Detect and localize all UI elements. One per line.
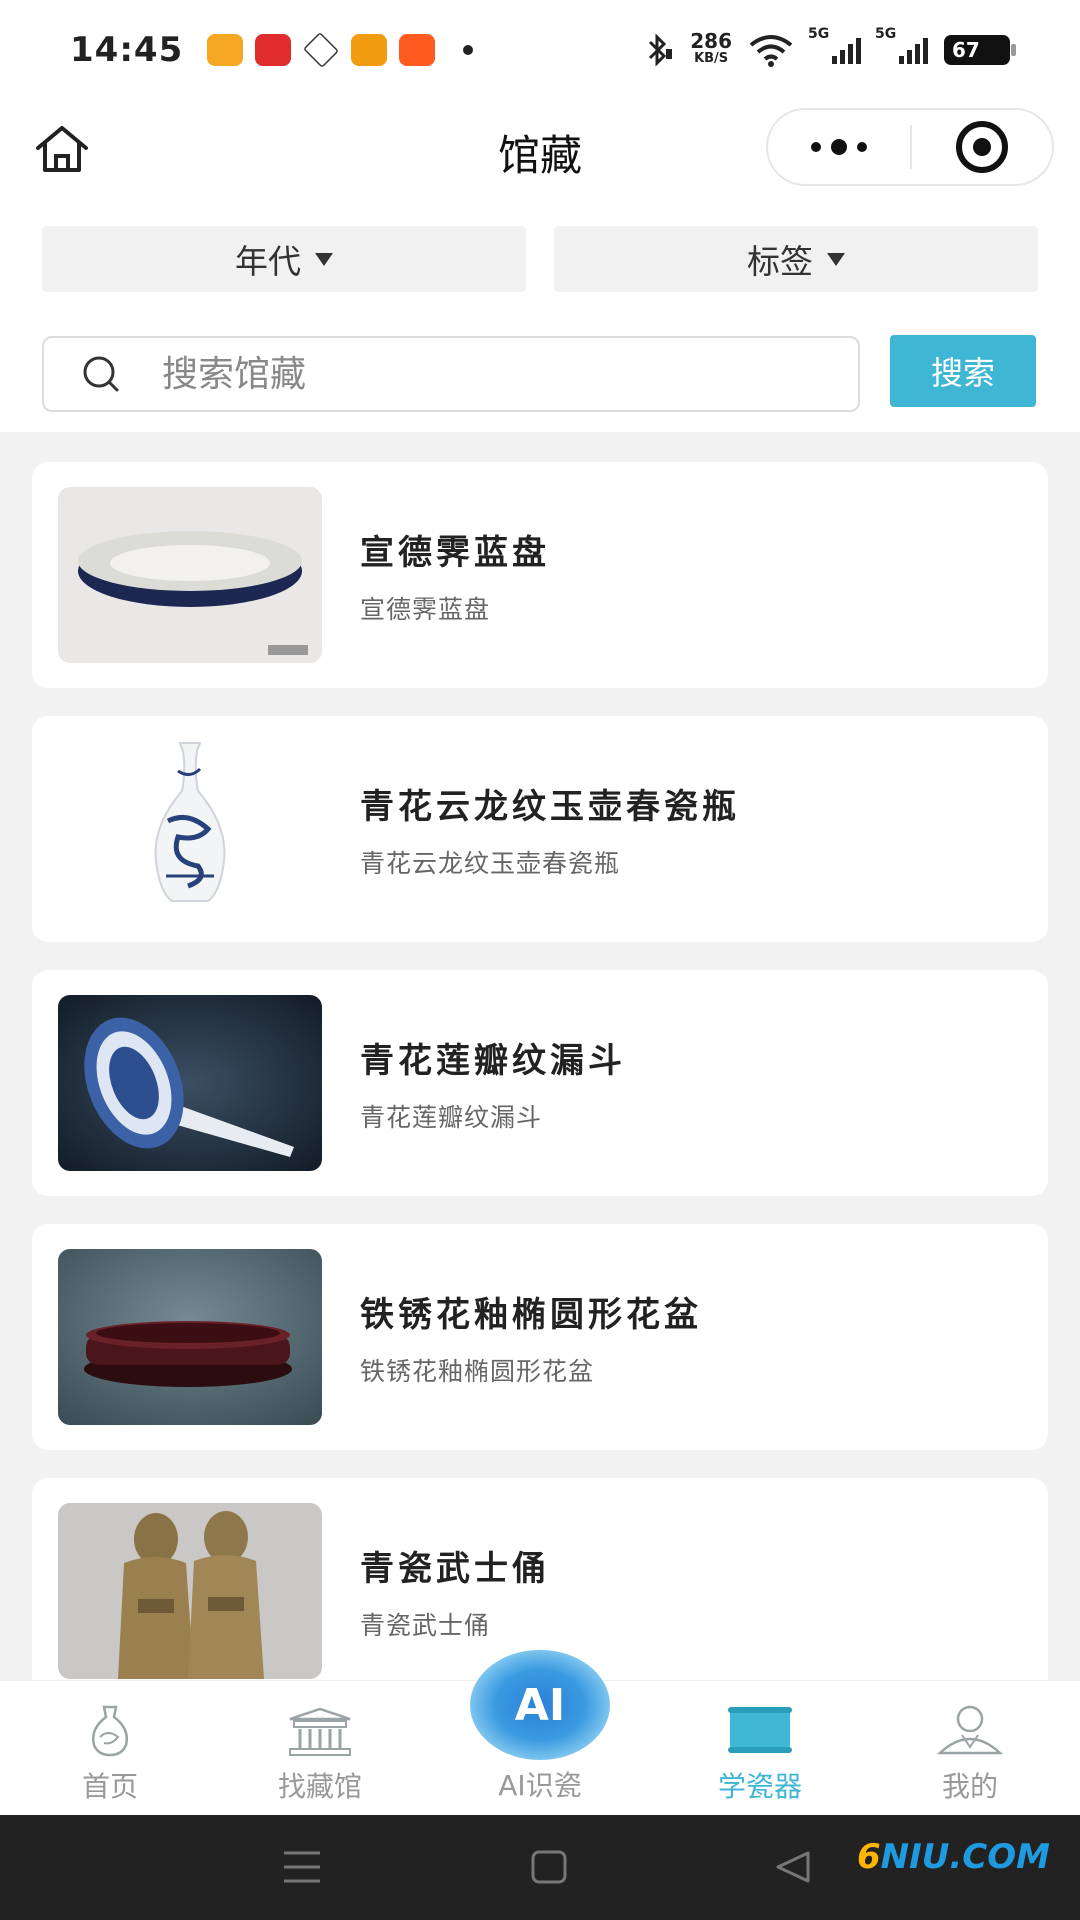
item-title: 青花莲瓣纹漏斗 <box>360 1040 626 1081</box>
watermark-text: NIU.COM <box>880 1837 1050 1877</box>
ai-identify-button[interactable]: AI <box>470 1650 610 1760</box>
app-notification-icon <box>399 34 436 66</box>
collection-list: 宣德霁蓝盘 宣德霁蓝盘 青花云龙纹玉壶春瓷瓶 青花云龙纹玉壶春瓷瓶 青花莲瓣纹漏… <box>32 462 1048 1732</box>
vase-image <box>58 741 322 917</box>
more-options-button[interactable] <box>768 110 910 184</box>
back-triangle-icon[interactable] <box>774 1849 812 1885</box>
warrior-figure-image <box>58 1503 322 1679</box>
tab-home[interactable]: 首页 <box>20 1681 200 1816</box>
item-title: 铁锈花釉椭圆形花盆 <box>360 1294 702 1335</box>
wifi-icon <box>749 35 793 67</box>
item-subtitle: 青花云龙纹玉壶春瓷瓶 <box>360 848 621 878</box>
flowerpot-image <box>58 1249 322 1425</box>
tag-filter-label: 标签 <box>747 242 813 281</box>
dot-icon <box>831 139 847 155</box>
tab-mine[interactable]: 我的 <box>880 1681 1060 1816</box>
item-text: 青花云龙纹玉壶春瓷瓶 青花云龙纹玉壶春瓷瓶 <box>360 779 740 880</box>
system-navigation-bar: 6NIU.COM <box>0 1815 1080 1920</box>
dot-icon <box>811 142 821 152</box>
era-filter-label: 年代 <box>235 242 301 281</box>
collection-item[interactable]: 青花莲瓣纹漏斗 青花莲瓣纹漏斗 <box>32 970 1048 1196</box>
notification-icons <box>207 31 474 69</box>
collection-item[interactable]: 宣德霁蓝盘 宣德霁蓝盘 <box>32 462 1048 688</box>
status-time: 14:45 <box>70 30 184 70</box>
menu-icon[interactable] <box>282 1849 322 1885</box>
app-notification-icon <box>207 34 244 66</box>
signal-label: 5G <box>808 26 830 42</box>
search-input[interactable] <box>162 353 762 395</box>
vase-tab-icon <box>92 1705 128 1757</box>
nav-header: 馆藏 <box>0 100 1080 196</box>
caret-down-icon <box>827 252 845 266</box>
tab-learn-porcelain[interactable]: 学瓷器 <box>670 1681 850 1816</box>
plate-icon <box>58 487 322 663</box>
scroll-icon <box>728 1707 792 1753</box>
item-subtitle: 铁锈花釉椭圆形花盆 <box>360 1356 595 1386</box>
close-mini-program-button[interactable] <box>912 110 1052 184</box>
more-notifications-dot <box>463 45 474 55</box>
flowerpot-icon <box>58 1249 322 1425</box>
search-icon <box>83 356 119 392</box>
status-bar: 14:45 286 KB/S 5G 5G 67 <box>0 0 1080 100</box>
watermark-logo: 6NIU.COM <box>857 1837 1050 1877</box>
vase-icon <box>58 741 322 917</box>
item-text: 青瓷武士俑 青瓷武士俑 <box>360 1541 550 1642</box>
filter-panel: 年代 标签 搜索 <box>0 196 1080 432</box>
item-title: 青花云龙纹玉壶春瓷瓶 <box>360 786 740 827</box>
signal-label: 5G <box>875 26 897 42</box>
tab-find-museum-label: 找藏馆 <box>277 1770 362 1803</box>
item-subtitle: 宣德霁蓝盘 <box>360 594 491 624</box>
status-indicators: 286 KB/S 5G 5G 67 <box>644 26 1016 68</box>
tab-find-museum[interactable]: 找藏馆 <box>230 1681 410 1816</box>
item-title: 宣德霁蓝盘 <box>360 532 550 573</box>
era-filter-dropdown[interactable]: 年代 <box>42 226 526 292</box>
tab-learn-porcelain-label: 学瓷器 <box>717 1770 802 1803</box>
item-subtitle: 青瓷武士俑 <box>360 1610 491 1640</box>
tab-mine-label: 我的 <box>941 1770 998 1803</box>
app-notification-icon <box>255 34 292 66</box>
signal-icon: 5G <box>875 26 928 64</box>
search-button[interactable]: 搜索 <box>890 335 1036 407</box>
search-box <box>42 336 860 412</box>
warrior-figure-icon <box>58 1503 322 1679</box>
net-speed-value: 286 <box>690 29 732 53</box>
net-speed-unit: KB/S <box>694 51 729 66</box>
caret-down-icon <box>315 252 333 266</box>
tab-home-label: 首页 <box>81 1770 138 1803</box>
home-square-icon[interactable] <box>530 1849 568 1885</box>
plate-image <box>58 487 322 663</box>
user-icon <box>936 1705 1004 1755</box>
funnel-icon <box>58 995 322 1171</box>
app-notification-icon <box>303 31 340 69</box>
item-text: 青花莲瓣纹漏斗 青花莲瓣纹漏斗 <box>360 1033 626 1134</box>
item-subtitle: 青花莲瓣纹漏斗 <box>360 1102 543 1132</box>
app-notification-icon <box>351 34 388 66</box>
collection-item[interactable]: 青花云龙纹玉壶春瓷瓶 青花云龙纹玉壶春瓷瓶 <box>32 716 1048 942</box>
funnel-image <box>58 995 322 1171</box>
battery-level: 67 <box>952 38 980 62</box>
net-speed: 286 KB/S <box>690 29 732 68</box>
ai-identify-label: AI识瓷 <box>498 1769 582 1802</box>
target-close-icon <box>956 121 1008 173</box>
museum-building-icon <box>289 1707 351 1756</box>
mini-program-capsule <box>766 108 1054 186</box>
collection-item[interactable]: 铁锈花釉椭圆形花盆 铁锈花釉椭圆形花盆 <box>32 1224 1048 1450</box>
item-text: 铁锈花釉椭圆形花盆 铁锈花釉椭圆形花盆 <box>360 1287 702 1388</box>
item-title: 青瓷武士俑 <box>360 1548 550 1589</box>
item-text: 宣德霁蓝盘 宣德霁蓝盘 <box>360 525 550 626</box>
bluetooth-icon <box>649 33 673 67</box>
battery-icon: 67 <box>944 35 1016 65</box>
watermark-prefix: 6 <box>857 1837 881 1877</box>
tag-filter-dropdown[interactable]: 标签 <box>554 226 1038 292</box>
signal-icon: 5G <box>808 26 861 64</box>
dot-icon <box>857 142 867 152</box>
